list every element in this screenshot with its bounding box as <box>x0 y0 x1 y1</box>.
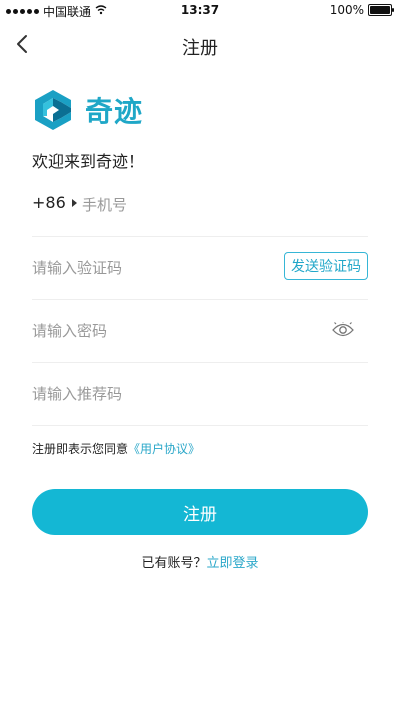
battery-percent: 100% <box>329 3 364 17</box>
nav-bar: 注册 <box>0 20 400 70</box>
register-button[interactable]: 注册 <box>32 489 368 535</box>
brand-name: 奇迹 <box>85 95 144 128</box>
page-title: 注册 <box>182 38 218 59</box>
login-prompt-text: 已有账号？ <box>141 556 207 571</box>
login-now-link[interactable]: 立即登录 <box>207 556 259 571</box>
eye-icon <box>332 321 354 337</box>
login-prompt: 已有账号？立即登录 <box>0 552 400 571</box>
user-agreement-link[interactable]: 《用户协议》 <box>128 442 200 456</box>
referral-row: 请输入推荐码 <box>32 363 368 426</box>
agreement-text: 注册即表示您同意《用户协议》 <box>32 440 200 457</box>
country-code-selector[interactable]: +86 <box>32 193 77 212</box>
brand-logo: 奇迹 <box>31 88 143 132</box>
welcome-text: 欢迎来到奇迹！ <box>32 152 145 171</box>
battery-icon <box>368 4 394 16</box>
password-input[interactable]: 请输入密码 <box>32 320 107 341</box>
phone-row[interactable]: +86 手机号 <box>32 174 368 237</box>
qiji-logo-icon <box>35 90 71 130</box>
send-code-button[interactable]: 发送验证码 <box>284 252 368 280</box>
agreement-label: 注册即表示您同意 <box>32 442 129 456</box>
caret-right-icon <box>71 198 77 207</box>
verification-row: 请输入验证码 发送验证码 <box>32 237 368 300</box>
referral-code-input[interactable]: 请输入推荐码 <box>32 383 122 404</box>
password-visibility-toggle[interactable] <box>332 321 354 338</box>
status-right: 100% <box>329 3 394 17</box>
country-code: +86 <box>32 193 66 212</box>
verification-code-input[interactable]: 请输入验证码 <box>32 257 122 278</box>
status-bar: 中国联通 13:37 100% <box>0 0 400 20</box>
password-row: 请输入密码 <box>32 300 368 363</box>
phone-input[interactable]: 手机号 <box>82 194 127 215</box>
